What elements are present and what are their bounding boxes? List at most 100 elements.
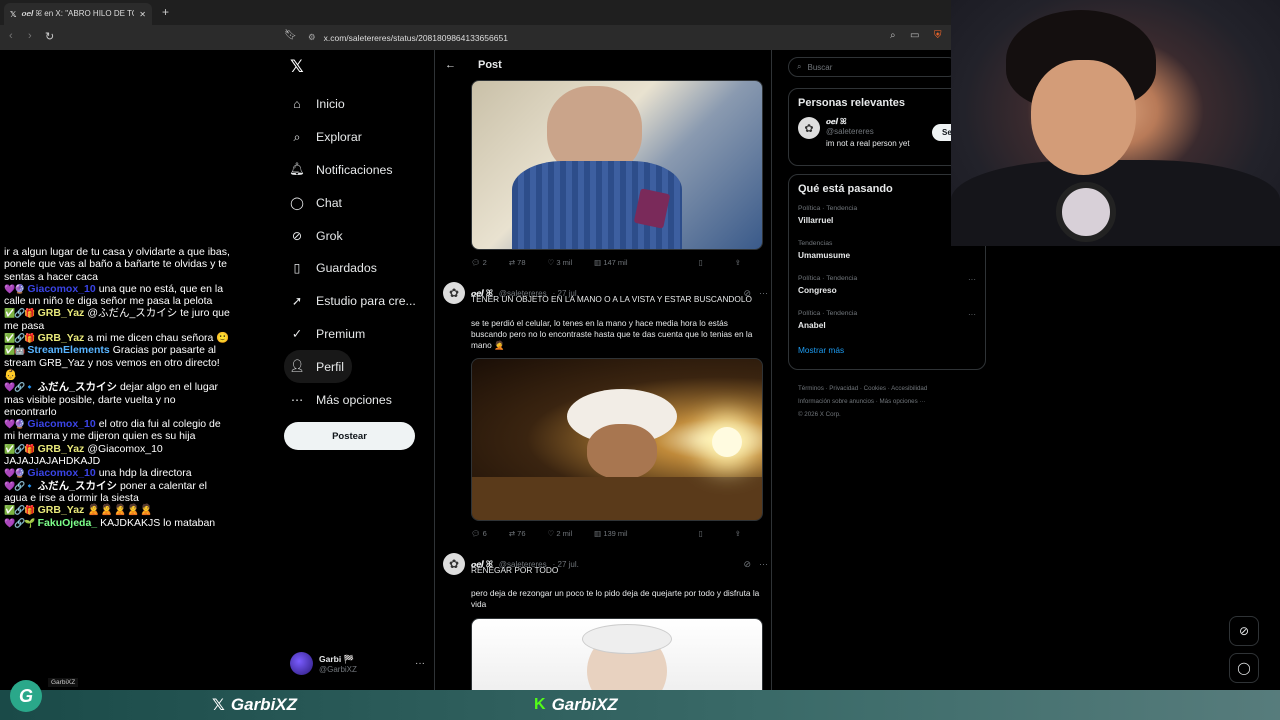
chat-username: ふだん_スカイシ bbox=[37, 381, 117, 394]
kick-brand-name: GarbiXZ bbox=[551, 695, 618, 714]
like-button[interactable]: ♡ 3 mil bbox=[548, 258, 573, 267]
nav-item-grok[interactable]: ⊘ Grok bbox=[290, 219, 416, 252]
repost-button[interactable]: ⇄ 78 bbox=[509, 258, 526, 267]
nav-item-guardados[interactable]: ▯ Guardados bbox=[290, 252, 416, 285]
streamer-face bbox=[1031, 60, 1136, 175]
tweet[interactable]: ✿ 𝒐𝒆𝒍 ꕤ @saletereres · 27 jul. ⊘ ··· TENE… bbox=[443, 282, 768, 362]
forward-icon[interactable]: › bbox=[28, 30, 32, 42]
share-icon[interactable]: ⇪ bbox=[735, 258, 741, 267]
trend-name: Villarruel bbox=[798, 215, 834, 225]
browser-tab[interactable]: 𝕏 𝒐𝒆𝒍 ꕤ en X: "ABRO HILO DE TOD ✕ bbox=[4, 3, 152, 25]
x-logo-icon[interactable]: 𝕏 bbox=[290, 57, 304, 77]
zoom-search-icon[interactable]: ⌕ bbox=[890, 30, 896, 41]
post-button[interactable]: Postear bbox=[284, 422, 415, 450]
nav-item-inicio[interactable]: ⌂ Inicio bbox=[290, 88, 416, 121]
home-icon: ⌂ bbox=[293, 97, 301, 112]
avatar[interactable]: ✿ bbox=[798, 117, 820, 139]
footer-line[interactable]: Información sobre anuncios · Más opcione… bbox=[798, 395, 978, 408]
chat-badges-icon: ✅🔗🎁 bbox=[4, 308, 36, 319]
avatar[interactable]: ✿ bbox=[443, 553, 465, 575]
views-button[interactable]: ▥ 139 mil bbox=[594, 529, 627, 538]
more-icon[interactable]: ··· bbox=[968, 275, 976, 284]
tweet[interactable]: ✿ 𝒐𝒆𝒍 ꕤ @saletereres · 27 jul. ⊘ ··· RENE… bbox=[443, 553, 768, 618]
bookmark-icon[interactable]: ▯ bbox=[699, 258, 703, 267]
new-tab-button[interactable]: + bbox=[162, 5, 169, 19]
grok-floating-button[interactable]: ⊘ bbox=[1229, 616, 1259, 646]
tweet-image-old-man[interactable] bbox=[471, 618, 763, 690]
chat-username: ふだん_スカイシ bbox=[37, 479, 117, 492]
repost-button[interactable]: ⇄ 76 bbox=[509, 529, 526, 538]
nav-label: Grok bbox=[316, 228, 343, 243]
chat-username: StreamElements bbox=[27, 344, 110, 357]
share-icon[interactable]: ⇪ bbox=[735, 529, 741, 538]
search-placeholder: Buscar bbox=[807, 62, 833, 72]
nav-item-premium[interactable]: ✓ Premium bbox=[290, 318, 416, 351]
back-icon[interactable]: ‹ bbox=[9, 30, 13, 42]
x-favicon-icon: 𝕏 bbox=[10, 9, 17, 19]
like-button[interactable]: ♡ 2 mil bbox=[548, 529, 573, 538]
more-icon[interactable]: ··· bbox=[415, 658, 425, 669]
nav-label: Perfil bbox=[316, 359, 345, 374]
reply-button[interactable]: 💬︎ 2 bbox=[471, 258, 487, 267]
trend-item[interactable]: Política · Tendencia Anabel ··· bbox=[789, 306, 985, 341]
grok-icon[interactable]: ⊘ bbox=[743, 559, 751, 570]
kick-brand: K GarbiXZ bbox=[534, 695, 618, 715]
chat-text: ir a algun lugar de tu casa y olvidarte … bbox=[4, 246, 230, 283]
nav-label: Explorar bbox=[316, 130, 362, 145]
chat-username: GRB_Yaz bbox=[37, 307, 85, 320]
chat-username: GRB_Yaz bbox=[37, 332, 85, 345]
chat-message: 💜🔗🔹 ふだん_スカイシ poner a calentar el agua e ir… bbox=[4, 480, 230, 505]
bookmark-icon: ▯ bbox=[293, 261, 301, 276]
like-count: 2 mil bbox=[556, 529, 573, 538]
views-button[interactable]: ▥ 147 mil bbox=[594, 258, 627, 267]
close-tab-icon[interactable]: ✕ bbox=[139, 10, 146, 19]
tweet-actions: 💬︎ 6 ⇄ 76 ♡ 2 mil ▥ 139 mil ▯ ⇪ bbox=[471, 529, 763, 538]
tweet-image-chef-with-flashlight[interactable] bbox=[471, 358, 763, 521]
chat-message: 💜🔮 Giacomox_10 el otro dia fui al colegio … bbox=[4, 418, 230, 443]
show-more-link[interactable]: Mostrar más bbox=[789, 341, 985, 365]
avatar bbox=[290, 652, 313, 675]
grok-icon: ⊘ bbox=[1238, 624, 1250, 638]
person-handle: @saletereres bbox=[826, 127, 874, 136]
back-arrow-icon[interactable]: ← bbox=[445, 59, 456, 71]
nav-item-estudio[interactable]: ➚ Estudio para cre... bbox=[290, 285, 416, 318]
messages-floating-button[interactable]: ◯ bbox=[1229, 653, 1259, 683]
avatar[interactable]: ✿ bbox=[443, 282, 465, 304]
bookmark-icon[interactable]: 🔖︎ bbox=[284, 30, 297, 41]
nav-label: Guardados bbox=[316, 261, 377, 276]
search-input[interactable]: ⌕ Buscar bbox=[788, 57, 958, 77]
more-icon[interactable]: ··· bbox=[759, 288, 768, 299]
reply-button[interactable]: 💬︎ 6 bbox=[471, 529, 487, 538]
address-bar[interactable]: ⚙ x.com/saletereres/status/2081809864133… bbox=[300, 29, 950, 46]
grok-icon: ⊘ bbox=[291, 228, 303, 243]
tweet-image-man-with-phone[interactable] bbox=[471, 80, 763, 250]
footer-line[interactable]: Términos · Privacidad · Cookies · Accesi… bbox=[798, 382, 978, 395]
cast-icon[interactable]: ▭ bbox=[910, 30, 919, 41]
chat-message: ✅🔗🎁 GRB_Yaz @ふだん_スカイシ te juro que me pasa bbox=[4, 307, 230, 332]
more-icon[interactable]: ··· bbox=[759, 559, 768, 570]
nav-label: Inicio bbox=[316, 97, 345, 112]
chat-username: GRB_Yaz bbox=[37, 442, 85, 455]
brave-shield-icon[interactable]: ⛨ bbox=[934, 30, 942, 41]
trend-item[interactable]: Política · Tendencia Congreso ··· bbox=[789, 271, 985, 306]
kick-logo-icon: K bbox=[534, 696, 546, 713]
streamer-body bbox=[951, 160, 1280, 246]
chat-text: KAJDKAKJS lo mataban bbox=[100, 516, 216, 529]
nav-item-notificaciones[interactable]: 🔔︎ Notificaciones bbox=[289, 154, 416, 187]
reload-icon[interactable]: ↻ bbox=[45, 30, 54, 43]
tweet-actions: 💬︎ 2 ⇄ 78 ♡ 3 mil ▥ 147 mil ▯ ⇪ bbox=[471, 258, 763, 267]
nav-item-mas-opciones[interactable]: ⋯ Más opciones bbox=[290, 383, 416, 416]
chat-username: Giacomox_10 bbox=[27, 282, 96, 295]
more-icon[interactable]: ··· bbox=[968, 310, 976, 319]
reply-count: 2 bbox=[482, 258, 487, 267]
bookmark-icon[interactable]: ▯ bbox=[699, 529, 703, 538]
person-name: 𝒐𝒆𝒍 ꕤ bbox=[826, 117, 847, 126]
account-switcher[interactable]: Garbi 🏁 @GarbiXZ ··· bbox=[290, 652, 425, 675]
nav-item-explorar[interactable]: ⌕ Explorar bbox=[290, 121, 416, 154]
x-sidebar-nav: ⌂ Inicio ⌕ Explorar 🔔︎ Notificaciones ◯ Chat… bbox=[284, 88, 416, 416]
nav-item-chat[interactable]: ◯ Chat bbox=[290, 186, 416, 219]
site-settings-icon[interactable]: ⚙ bbox=[308, 32, 316, 43]
tweet-headline: TENER UN OBJETO EN LA MANO O A LA VISTA … bbox=[471, 294, 752, 304]
nav-item-perfil[interactable]: 👤︎ Perfil bbox=[284, 350, 352, 384]
trend-context: Política · Tendencia bbox=[798, 205, 858, 212]
